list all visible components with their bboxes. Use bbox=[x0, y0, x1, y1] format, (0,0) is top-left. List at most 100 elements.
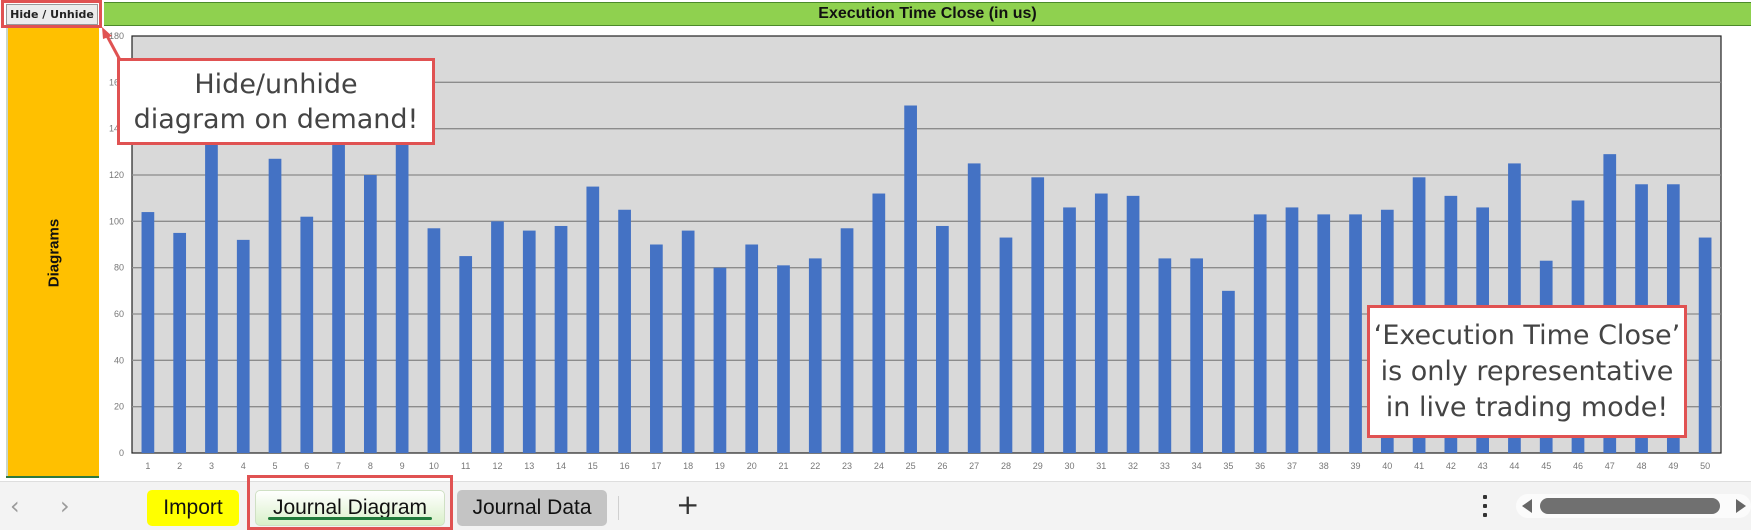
bar bbox=[872, 193, 886, 454]
x-tick-label: 7 bbox=[336, 461, 341, 471]
x-tick-label: 48 bbox=[1637, 461, 1647, 471]
bar bbox=[586, 186, 600, 454]
bar bbox=[713, 267, 727, 453]
x-tick-label: 9 bbox=[400, 461, 405, 471]
bar bbox=[840, 228, 854, 453]
x-tick-label: 1 bbox=[145, 461, 150, 471]
next-sheet-icon[interactable]: › bbox=[60, 492, 70, 520]
callout-line: ‘Execution Time Close’ bbox=[1373, 319, 1681, 351]
bar bbox=[554, 225, 568, 453]
bar bbox=[618, 209, 631, 453]
y-tick-label: 120 bbox=[109, 170, 124, 180]
x-tick-label: 43 bbox=[1478, 461, 1488, 471]
x-tick-label: 33 bbox=[1160, 461, 1170, 471]
bar bbox=[681, 230, 695, 453]
bar bbox=[1317, 214, 1331, 453]
tab-journal-data[interactable]: Journal Data bbox=[457, 490, 607, 526]
x-tick-label: 36 bbox=[1255, 461, 1265, 471]
bar bbox=[395, 140, 409, 453]
bar bbox=[745, 244, 759, 453]
bar bbox=[363, 175, 377, 453]
x-tick-label: 30 bbox=[1065, 461, 1075, 471]
x-tick-label: 24 bbox=[874, 461, 884, 471]
x-tick-label: 29 bbox=[1033, 461, 1043, 471]
bar bbox=[236, 239, 250, 453]
x-tick-label: 34 bbox=[1192, 461, 1202, 471]
bar bbox=[650, 244, 663, 453]
prev-sheet-icon[interactable]: ‹ bbox=[10, 492, 20, 520]
x-tick-label: 4 bbox=[241, 461, 246, 471]
x-tick-label: 16 bbox=[620, 461, 630, 471]
add-sheet-icon[interactable]: + bbox=[676, 488, 699, 521]
x-tick-label: 41 bbox=[1414, 461, 1424, 471]
horizontal-scrollbar[interactable] bbox=[1516, 494, 1751, 518]
x-tick-label: 10 bbox=[429, 461, 439, 471]
callout-line: Hide/unhide bbox=[194, 68, 358, 100]
bar bbox=[936, 225, 949, 453]
y-tick-label: 100 bbox=[109, 216, 124, 226]
y-tick-label: 60 bbox=[114, 309, 124, 319]
scroll-right-icon[interactable] bbox=[1736, 499, 1746, 513]
x-tick-label: 42 bbox=[1446, 461, 1456, 471]
active-tab-indicator bbox=[268, 517, 432, 520]
y-tick-label: 80 bbox=[114, 263, 124, 273]
x-tick-label: 13 bbox=[524, 461, 534, 471]
callout-line: is only representative bbox=[1380, 355, 1674, 387]
tab-import[interactable]: Import bbox=[147, 490, 239, 526]
x-tick-label: 32 bbox=[1128, 461, 1138, 471]
bar bbox=[268, 158, 282, 454]
x-tick-label: 38 bbox=[1319, 461, 1329, 471]
x-tick-label: 21 bbox=[778, 461, 788, 471]
tab-journal-diagram[interactable]: Journal Diagram bbox=[255, 490, 445, 526]
bar bbox=[999, 237, 1013, 453]
x-tick-label: 47 bbox=[1605, 461, 1615, 471]
x-tick-label: 17 bbox=[651, 461, 661, 471]
bar bbox=[1094, 193, 1108, 454]
y-tick-label: 40 bbox=[114, 355, 124, 365]
scroll-left-icon[interactable] bbox=[1522, 499, 1532, 513]
bar bbox=[1222, 290, 1235, 453]
more-options-icon[interactable] bbox=[1480, 492, 1490, 520]
bar bbox=[205, 140, 218, 453]
x-tick-label: 12 bbox=[492, 461, 502, 471]
chart-title-bar: Execution Time Close (in us) bbox=[104, 2, 1751, 26]
bar bbox=[967, 163, 981, 453]
bar bbox=[300, 216, 314, 453]
chart-title: Execution Time Close (in us) bbox=[818, 5, 1037, 22]
x-tick-label: 2 bbox=[177, 461, 182, 471]
x-tick-label: 40 bbox=[1382, 461, 1392, 471]
bar bbox=[141, 212, 155, 453]
bar bbox=[173, 232, 187, 453]
hide-unhide-button[interactable]: Hide / Unhide bbox=[6, 4, 98, 25]
x-tick-label: 49 bbox=[1668, 461, 1678, 471]
x-tick-label: 22 bbox=[810, 461, 820, 471]
y-tick-label: 180 bbox=[109, 31, 124, 41]
tab-label: Journal Data bbox=[472, 496, 592, 519]
x-tick-label: 25 bbox=[906, 461, 916, 471]
x-tick-label: 11 bbox=[461, 461, 470, 471]
x-tick-label: 45 bbox=[1541, 461, 1551, 471]
scrollbar-thumb[interactable] bbox=[1540, 498, 1720, 514]
bar bbox=[808, 258, 822, 453]
x-tick-label: 18 bbox=[683, 461, 693, 471]
y-tick-label: 20 bbox=[114, 402, 124, 412]
callout-line: in live trading mode! bbox=[1385, 391, 1669, 423]
bar bbox=[1190, 258, 1203, 453]
diagrams-label: Diagrams bbox=[45, 218, 62, 288]
x-tick-label: 5 bbox=[273, 461, 278, 471]
bar bbox=[1126, 195, 1140, 453]
x-tick-label: 46 bbox=[1573, 461, 1583, 471]
bar bbox=[777, 265, 790, 453]
bar bbox=[1285, 207, 1299, 453]
x-tick-label: 27 bbox=[969, 461, 979, 471]
spreadsheet-area: Hide / Unhide Execution Time Close (in u… bbox=[0, 0, 1751, 481]
diagrams-side-panel: Diagrams bbox=[6, 28, 99, 478]
y-tick-label: 0 bbox=[119, 448, 124, 458]
bar bbox=[1158, 258, 1172, 453]
x-tick-label: 15 bbox=[588, 461, 598, 471]
x-tick-label: 26 bbox=[937, 461, 947, 471]
callout-line: diagram on demand! bbox=[133, 103, 419, 135]
bar bbox=[1031, 177, 1045, 454]
x-tick-label: 28 bbox=[1001, 461, 1011, 471]
x-tick-label: 31 bbox=[1096, 461, 1106, 471]
